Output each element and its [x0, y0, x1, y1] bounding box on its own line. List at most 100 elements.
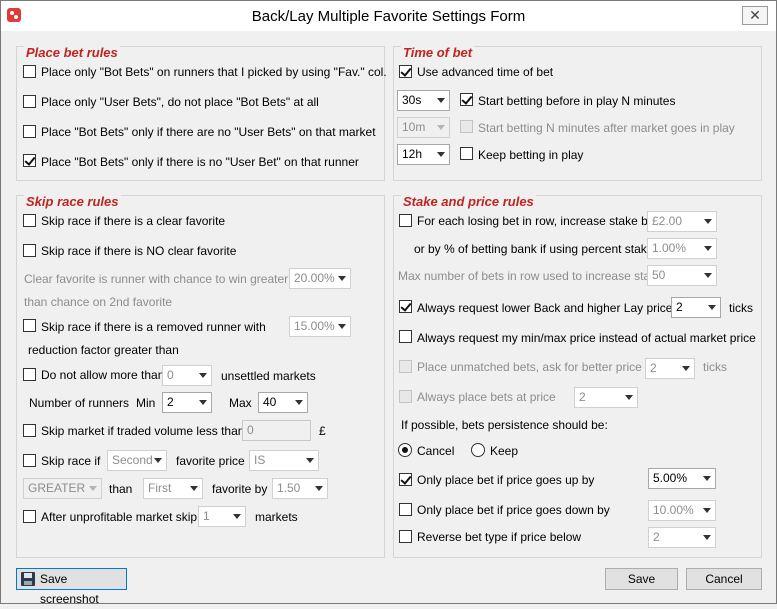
do-not-allow-more-label: Do not allow more than: [41, 368, 165, 382]
always-place-price-select[interactable]: 2: [574, 387, 638, 408]
after-time-select[interactable]: 10m: [397, 117, 450, 138]
stake-amount-value: £2.00: [652, 214, 683, 228]
bot-bets-no-user-runner-checkbox[interactable]: [23, 154, 36, 167]
advanced-time-checkbox[interactable]: [399, 65, 412, 78]
favorite-rank-value: Second: [112, 453, 153, 467]
reverse-price-select[interactable]: 2: [648, 527, 716, 548]
traded-volume-input[interactable]: 0: [242, 420, 311, 441]
increase-stake-checkbox[interactable]: [399, 214, 412, 227]
skip-traded-volume-checkbox[interactable]: [23, 424, 36, 437]
min-max-price-label: Always request my min/max price instead …: [417, 331, 756, 345]
reverse-bet-type-label: Reverse bet type if price below: [417, 530, 582, 544]
place-only-bot-bets-checkbox[interactable]: [23, 65, 36, 78]
currency-label: £: [319, 424, 326, 438]
unsettled-count-select[interactable]: 0: [162, 365, 212, 386]
reverse-bet-type-checkbox[interactable]: [399, 530, 412, 543]
floppy-disk-icon: [21, 572, 35, 586]
before-time-select[interactable]: 30s: [397, 90, 450, 111]
reverse-price-value: 2: [653, 530, 660, 544]
bot-bets-no-user-runner-label: Place "Bot Bets" only if there is no "Us…: [41, 155, 359, 169]
price-goes-down-checkbox[interactable]: [399, 503, 412, 516]
stake-amount-select[interactable]: £2.00: [647, 211, 717, 232]
max-bets-in-row-value: 50: [652, 268, 666, 282]
chevron-down-icon: [625, 395, 633, 400]
price-goes-up-label: Only place bet if price goes up by: [417, 473, 595, 487]
do-not-allow-more-checkbox[interactable]: [23, 368, 36, 381]
always-place-price-value: 2: [579, 390, 586, 404]
price-goes-up-checkbox[interactable]: [399, 473, 412, 486]
unmatched-bets-checkbox[interactable]: [399, 360, 412, 373]
keep-time-value: 12h: [402, 147, 423, 161]
start-before-checkbox[interactable]: [460, 93, 473, 106]
chevron-down-icon: [703, 476, 711, 481]
cancel-button[interactable]: Cancel: [686, 568, 762, 590]
max-runners-select[interactable]: 40: [258, 392, 308, 413]
price-ticks-value: 2: [676, 300, 683, 314]
max-bets-in-row-select[interactable]: 50: [647, 265, 717, 286]
unmatched-ticks-label: ticks: [703, 360, 727, 374]
keep-betting-label: Keep betting in play: [478, 148, 584, 162]
save-screenshot-button[interactable]: Save screenshot: [16, 568, 127, 606]
place-only-bot-bets-label: Place only "Bot Bets" on runners that I …: [41, 65, 387, 79]
max-runners-value: 40: [263, 395, 277, 409]
markets-label: markets: [255, 510, 298, 524]
skip-count-select[interactable]: 1: [198, 506, 246, 527]
price-goes-down-label: Only place bet if price goes down by: [417, 503, 610, 517]
percent-staking-label: or by % of betting bank if using percent…: [414, 242, 663, 256]
chevron-down-icon: [306, 458, 314, 463]
price-up-percent-select[interactable]: 5.00%: [648, 468, 716, 489]
comparison-is-select[interactable]: IS: [249, 450, 319, 471]
before-time-value: 30s: [402, 93, 422, 107]
clear-favorite-percent-select[interactable]: 20.00%: [289, 268, 351, 289]
chevron-down-icon: [703, 508, 711, 513]
advanced-time-label: Use advanced time of bet: [417, 65, 554, 79]
keep-time-select[interactable]: 12h: [397, 144, 450, 165]
persistence-cancel-radio[interactable]: [398, 443, 412, 457]
bot-bets-no-user-market-checkbox[interactable]: [23, 125, 36, 138]
number-of-runners-label: Number of runners: [29, 396, 130, 410]
chevron-down-icon: [190, 486, 198, 491]
skip-race-if-checkbox[interactable]: [23, 454, 36, 467]
place-only-user-bets-checkbox[interactable]: [23, 95, 36, 108]
chevron-down-icon: [338, 276, 346, 281]
persistence-cancel-label: Cancel: [417, 444, 455, 458]
chevron-down-icon: [704, 273, 712, 278]
start-after-checkbox[interactable]: [460, 120, 473, 133]
lower-back-higher-lay-checkbox[interactable]: [399, 300, 412, 313]
price-up-percent-value: 5.00%: [653, 471, 688, 485]
favorite-by-select[interactable]: 1.50: [272, 478, 328, 499]
percent-staking-select[interactable]: 1.00%: [647, 238, 717, 259]
min-runners-select[interactable]: 2: [162, 392, 212, 413]
favorite-rank-select[interactable]: Second: [107, 450, 167, 471]
keep-betting-checkbox[interactable]: [460, 147, 473, 160]
price-down-percent-select[interactable]: 10.00%: [648, 500, 716, 521]
price-ticks-select[interactable]: 2: [671, 297, 721, 318]
clear-favorite-description-2: than chance on 2nd favorite: [24, 295, 173, 309]
chevron-down-icon: [89, 486, 97, 491]
skip-no-clear-favorite-label: Skip race if there is NO clear favorite: [41, 244, 237, 258]
comparison-greater-value: GREATER: [28, 481, 86, 495]
skip-race-rules-title: Skip race rules: [24, 194, 121, 209]
always-place-price-label: Always place bets at price: [417, 390, 556, 404]
reduction-factor-select[interactable]: 15.00%: [289, 316, 351, 337]
unmatched-ticks-select[interactable]: 2: [645, 358, 695, 379]
comparison-greater-select[interactable]: GREATER: [23, 478, 102, 499]
skip-removed-runner-checkbox[interactable]: [23, 319, 36, 332]
unmatched-ticks-value: 2: [650, 361, 657, 375]
save-button[interactable]: Save: [605, 568, 678, 590]
persistence-keep-radio[interactable]: [471, 443, 485, 457]
bot-bets-no-user-market-label: Place "Bot Bets" only if there are no "U…: [41, 125, 376, 139]
close-button[interactable]: ✕: [742, 6, 768, 25]
skip-clear-favorite-checkbox[interactable]: [23, 214, 36, 227]
chevron-down-icon: [704, 219, 712, 224]
skip-removed-runner-label: Skip race if there is a removed runner w…: [41, 320, 266, 334]
skip-race-if-label: Skip race if: [41, 454, 101, 468]
after-unprofitable-checkbox[interactable]: [23, 510, 36, 523]
min-max-price-checkbox[interactable]: [399, 330, 412, 343]
reduction-factor-value: 15.00%: [294, 319, 335, 333]
chevron-down-icon: [154, 458, 162, 463]
skip-no-clear-favorite-checkbox[interactable]: [23, 244, 36, 257]
max-runners-label: Max: [229, 396, 252, 410]
compare-rank-select[interactable]: First: [143, 478, 203, 499]
always-place-price-checkbox[interactable]: [399, 390, 412, 403]
